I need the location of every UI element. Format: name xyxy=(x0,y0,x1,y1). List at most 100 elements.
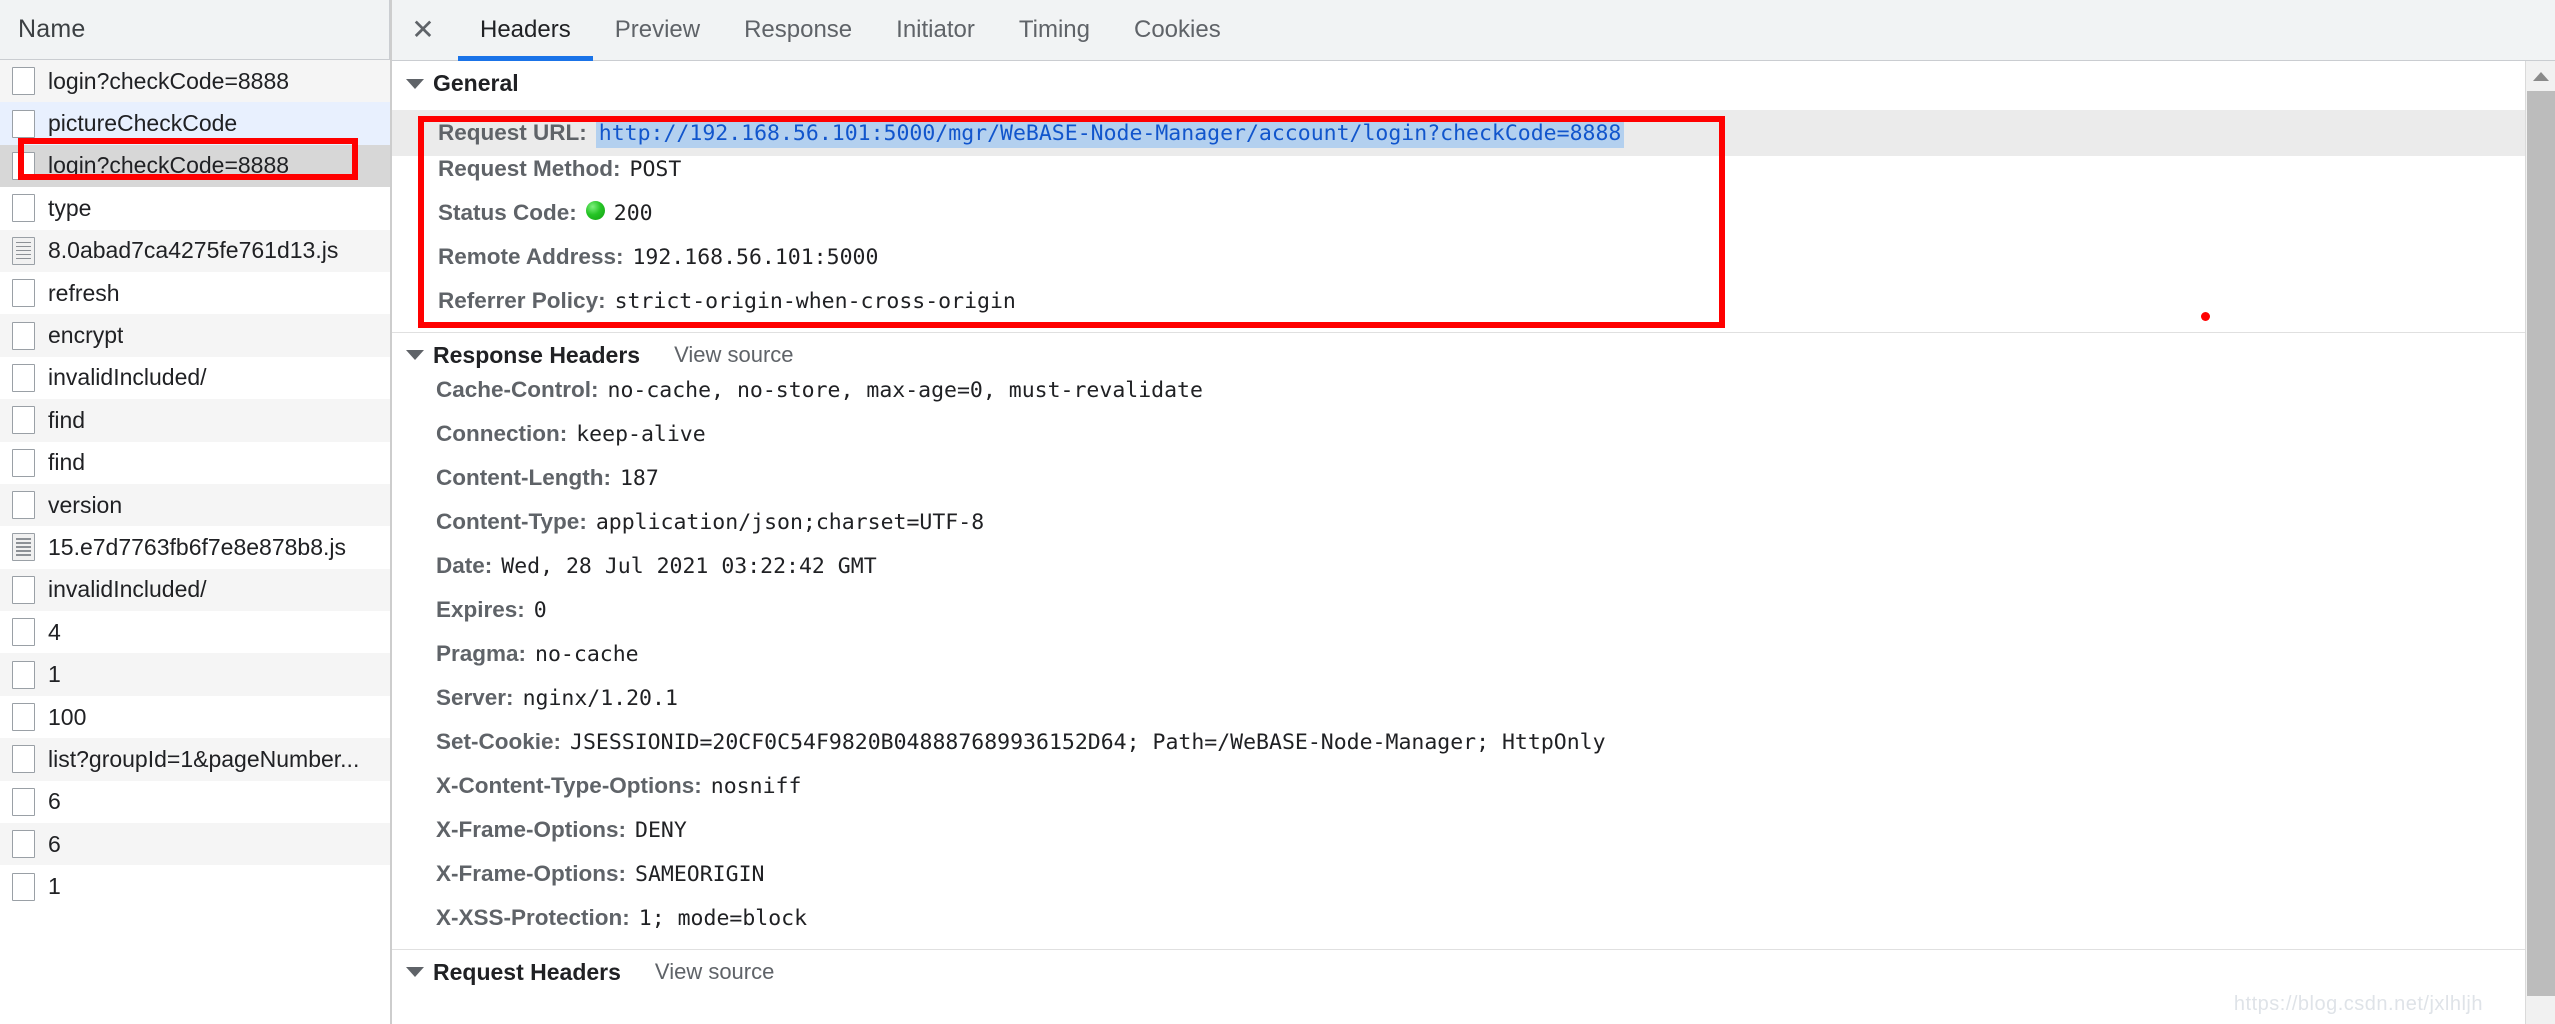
response-header-row: Server: nginx/1.20.1 xyxy=(392,685,2525,729)
request-list-item-label: version xyxy=(48,491,123,518)
general-row-value: 192.168.56.101:5000 xyxy=(632,245,879,270)
request-list-item[interactable]: type xyxy=(0,187,390,230)
vertical-scrollbar[interactable] xyxy=(2525,61,2555,1024)
scrollbar-thumb[interactable] xyxy=(2527,91,2555,996)
tab-cookies[interactable]: Cookies xyxy=(1112,0,1243,61)
general-row-key: Request Method: xyxy=(438,156,621,181)
general-row-value: 200 xyxy=(613,201,653,226)
request-list-item[interactable]: pictureCheckCode xyxy=(0,102,390,145)
section-header-response-headers[interactable]: Response Headers View source xyxy=(392,332,2525,377)
request-icon xyxy=(12,575,35,604)
request-list-item[interactable]: 4 xyxy=(0,611,390,654)
request-icon xyxy=(12,321,35,350)
section-title-request-headers: Request Headers xyxy=(433,958,621,985)
request-list-item[interactable]: 100 xyxy=(0,695,390,739)
request-list[interactable]: login?checkCode=8888 pictureCheckCode logi… xyxy=(0,60,390,908)
request-list-item-label: encrypt xyxy=(48,322,124,349)
response-header-row: X-Frame-Options: DENY xyxy=(392,817,2525,861)
response-header-key: X-XSS-Protection: xyxy=(436,905,630,930)
request-list-item[interactable]: find xyxy=(0,399,390,442)
request-list-item[interactable]: encrypt xyxy=(0,314,390,357)
response-header-key: X-Frame-Options: xyxy=(436,861,627,886)
response-header-key: Connection: xyxy=(436,421,568,446)
general-row: Request URL: http://192.168.56.101:5000/m… xyxy=(392,110,2525,156)
tab-initiator[interactable]: Initiator xyxy=(874,0,997,61)
request-list-item[interactable]: invalidIncluded/ xyxy=(0,568,390,612)
response-header-value: nginx/1.20.1 xyxy=(522,686,678,711)
request-list-item[interactable]: 6 xyxy=(0,780,390,824)
request-list-item-label: find xyxy=(48,449,86,476)
response-header-key: Content-Length: xyxy=(436,465,611,490)
request-list-item[interactable]: login?checkCode=8888 xyxy=(0,60,390,103)
tab-preview[interactable]: Preview xyxy=(593,0,722,61)
request-icon xyxy=(12,830,35,859)
column-header-name[interactable]: Name xyxy=(18,15,86,44)
general-section-body: Request URL: http://192.168.56.101:5000/m… xyxy=(392,106,2525,332)
response-header-row: Expires: 0 xyxy=(392,597,2525,641)
request-icon xyxy=(12,448,35,477)
request-icon xyxy=(12,67,35,96)
request-list-item[interactable]: refresh xyxy=(0,271,390,315)
request-list-item[interactable]: 1 xyxy=(0,865,390,908)
chevron-down-icon[interactable] xyxy=(406,78,424,89)
section-header-general[interactable]: General xyxy=(392,61,2525,106)
request-list-item[interactable]: list?groupId=1&pageNumber... xyxy=(0,738,390,781)
response-header-value: JSESSIONID=20CF0C54F9820B048887689936152… xyxy=(570,730,1606,755)
request-list-item[interactable]: 15.e7d7763fb6f7e8e878b8.js xyxy=(0,526,390,569)
response-header-key: Date: xyxy=(436,553,493,578)
close-icon[interactable]: ✕ xyxy=(402,9,444,51)
request-url-link[interactable]: http://192.168.56.101:5000/mgr/WeBASE-No… xyxy=(595,118,1625,148)
tab-timing[interactable]: Timing xyxy=(997,0,1112,61)
response-header-key: Expires: xyxy=(436,597,525,622)
request-list-item[interactable]: version xyxy=(0,483,390,527)
chevron-down-icon[interactable] xyxy=(406,350,424,360)
response-headers-rows: Cache-Control: no-cache, no-store, max-ag… xyxy=(392,377,2525,949)
request-list-item-label: login?checkCode=8888 xyxy=(48,152,290,179)
response-header-key: Set-Cookie: xyxy=(436,729,562,754)
request-list-item-label: 4 xyxy=(48,618,61,645)
section-header-request-headers[interactable]: Request Headers View source xyxy=(392,949,2525,994)
request-list-item[interactable]: invalidIncluded/ xyxy=(0,356,390,400)
view-source-response-link[interactable]: View source xyxy=(674,342,793,368)
watermark-text: https://blog.csdn.net/jxlhljh xyxy=(2233,993,2483,1015)
request-list-item[interactable]: 1 xyxy=(0,653,390,696)
request-list-item[interactable]: 6 xyxy=(0,823,390,866)
request-icon xyxy=(12,872,35,901)
response-header-value: DENY xyxy=(635,818,687,843)
tab-headers[interactable]: Headers xyxy=(458,0,593,61)
script-file-icon xyxy=(12,236,35,265)
headers-content: General Request URL: http://192.168.56.10… xyxy=(392,61,2525,1024)
request-list-item[interactable]: login?checkCode=8888 xyxy=(0,144,390,188)
chevron-down-icon[interactable] xyxy=(406,967,424,977)
view-source-request-link[interactable]: View source xyxy=(655,959,774,985)
scroll-up-button[interactable] xyxy=(2526,61,2555,91)
general-rows: Request URL: http://192.168.56.101:5000/m… xyxy=(392,110,2525,332)
response-header-row: Set-Cookie: JSESSIONID=20CF0C54F9820B0488… xyxy=(392,729,2525,773)
response-header-value: no-cache xyxy=(535,642,639,667)
request-icon xyxy=(12,787,35,816)
request-list-item[interactable]: find xyxy=(0,441,390,484)
column-divider[interactable] xyxy=(389,0,390,59)
request-icon xyxy=(12,109,35,138)
request-list-item[interactable]: 8.0abad7ca4275fe761d13.js xyxy=(0,229,390,272)
request-list-item-label: invalidIncluded/ xyxy=(48,576,207,603)
tab-label: Preview xyxy=(614,16,701,43)
section-title-response-headers: Response Headers xyxy=(433,341,641,368)
tabs-container: Headers Preview Response Initiator Timing Coo… xyxy=(458,0,1243,61)
response-header-row: X-Content-Type-Options: nosniff xyxy=(392,773,2525,817)
general-row-key: Referrer Policy: xyxy=(438,288,606,313)
request-icon xyxy=(12,745,35,774)
request-icon xyxy=(12,660,35,689)
response-header-key: X-Frame-Options: xyxy=(436,817,627,842)
general-row: Remote Address: 192.168.56.101:5000 xyxy=(392,244,2525,288)
request-list-panel: Name login?checkCode=8888 pictureCheckCod… xyxy=(0,0,392,1024)
request-list-item-label: login?checkCode=8888 xyxy=(48,67,290,94)
request-icon xyxy=(12,363,35,392)
watermark-mask xyxy=(2482,979,2524,1024)
general-row: Status Code: 200 xyxy=(392,200,2525,244)
tab-response[interactable]: Response xyxy=(722,0,874,61)
tab-label: Headers xyxy=(480,16,571,43)
response-header-row: Pragma: no-cache xyxy=(392,641,2525,685)
response-header-row: Content-Length: 187 xyxy=(392,465,2525,509)
request-list-header: Name xyxy=(0,0,390,60)
